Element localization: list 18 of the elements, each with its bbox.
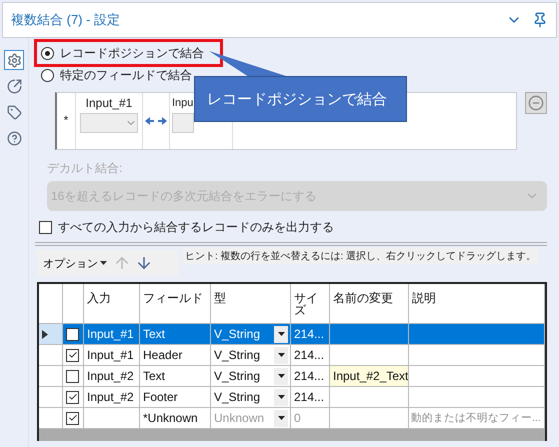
table-cell: 214...	[291, 387, 330, 408]
table-cell: Input_#2_Text	[330, 366, 409, 387]
column-header: Input_#1	[86, 95, 132, 112]
window-title: 複数結合 (7) - 設定	[11, 11, 122, 29]
table-cell: Input_#1	[84, 345, 140, 366]
field-label: デカルト結合:	[47, 160, 124, 177]
table-cell: Text	[140, 324, 211, 345]
column-header: Inpu	[171, 96, 194, 111]
table-cell: Input_#2	[84, 387, 140, 408]
table-cell: Footer	[140, 387, 211, 408]
table-cell: Input_#2	[84, 366, 140, 387]
row-marker: *	[64, 113, 68, 127]
hint-text: ヒント: 複数の行を並べ替えるには: 選択し、右クリックしてドラッグします。	[183, 248, 538, 264]
table-cell: 214...	[291, 345, 330, 366]
table-cell: Header	[140, 345, 211, 366]
table-cell: Text	[140, 366, 211, 387]
table-cell: 214...	[291, 324, 330, 345]
table-cell: Input_#1	[84, 324, 140, 345]
